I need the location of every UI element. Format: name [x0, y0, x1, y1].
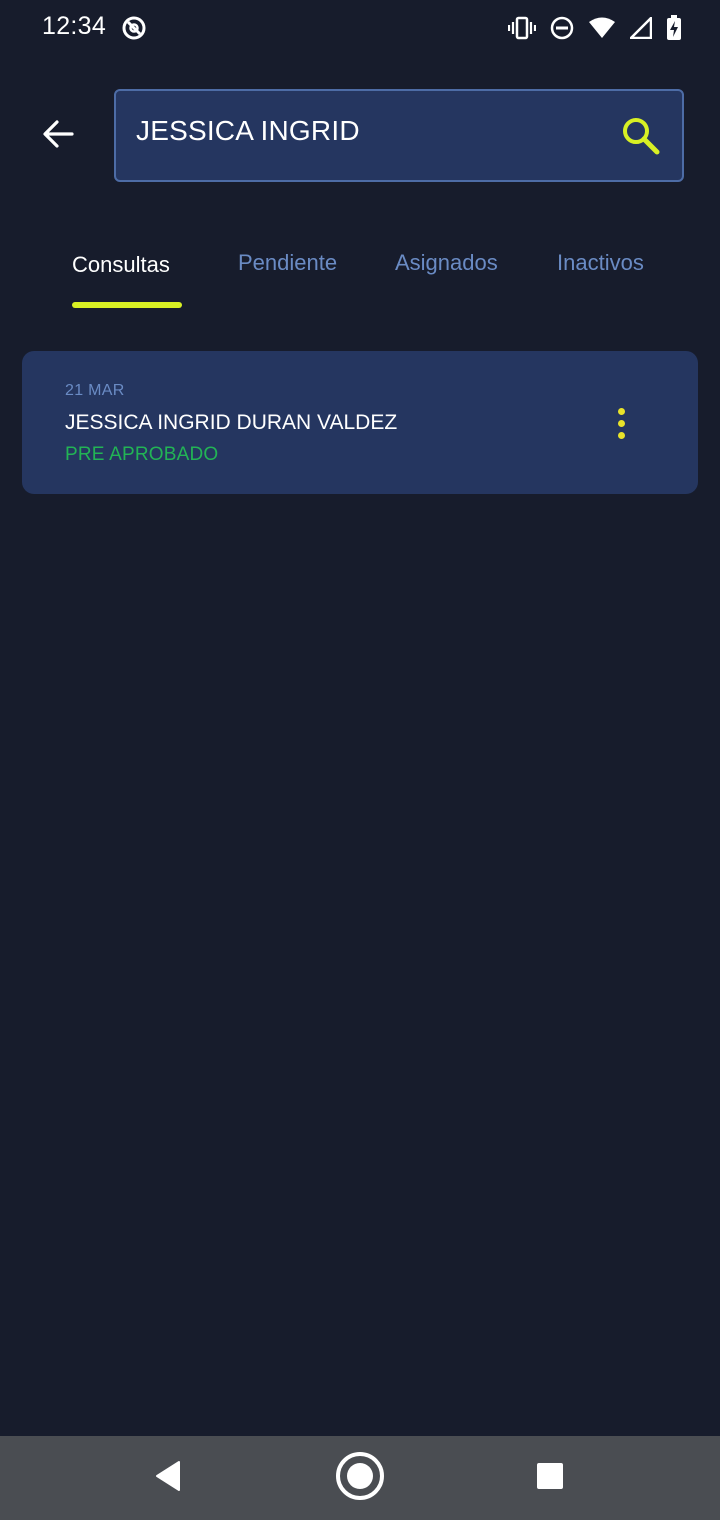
wifi-icon: [588, 17, 616, 39]
nav-home-button[interactable]: [332, 1450, 388, 1506]
app-notification-icon: [120, 14, 148, 42]
system-navigation-bar: [0, 1436, 720, 1520]
menu-dot: [617, 431, 625, 439]
tab-pendiente[interactable]: Pendiente: [238, 250, 337, 276]
menu-dot: [617, 419, 625, 427]
nav-recents-icon: [536, 1462, 564, 1495]
nav-back-icon: [153, 1460, 183, 1497]
more-vertical-icon[interactable]: [606, 403, 636, 443]
app-screen: 12:34 JESSICA INGRID Consultas Pendiente…: [0, 0, 720, 1520]
tab-asignados[interactable]: Asignados: [395, 250, 498, 276]
active-tab-indicator: [72, 302, 182, 308]
search-icon[interactable]: [620, 115, 662, 157]
tab-inactivos[interactable]: Inactivos: [557, 250, 644, 276]
result-status-badge: PRE APROBADO: [65, 444, 219, 465]
tab-bar: Consultas Pendiente Asignados Inactivos: [0, 240, 720, 310]
result-card[interactable]: 21 MAR JESSICA INGRID DURAN VALDEZ PRE A…: [22, 351, 698, 494]
nav-back-button[interactable]: [140, 1450, 196, 1506]
signal-icon: [630, 17, 652, 39]
back-button[interactable]: [36, 114, 80, 158]
search-input-value[interactable]: JESSICA INGRID: [136, 115, 360, 147]
search-field[interactable]: JESSICA INGRID: [114, 89, 684, 182]
menu-dot: [617, 407, 625, 415]
result-name: JESSICA INGRID DURAN VALDEZ: [65, 411, 398, 434]
nav-home-icon: [334, 1450, 386, 1507]
do-not-disturb-icon: [550, 16, 574, 40]
arrow-left-icon: [41, 119, 75, 154]
status-time: 12:34: [42, 12, 107, 40]
tab-consultas[interactable]: Consultas: [72, 252, 170, 278]
status-bar: 12:34: [0, 0, 720, 56]
nav-recents-button[interactable]: [522, 1450, 578, 1506]
result-date: 21 MAR: [65, 382, 125, 399]
status-icons: [508, 14, 682, 42]
battery-charging-icon: [666, 15, 682, 41]
vibrate-icon: [508, 16, 536, 40]
